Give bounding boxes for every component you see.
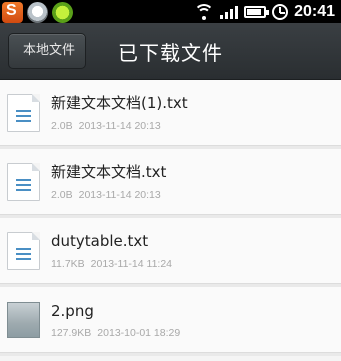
- file-date: 2013-11-14 20:13: [78, 120, 161, 132]
- sogou-icon: [2, 1, 23, 23]
- title-bar: 本地文件 已下载文件: [0, 23, 341, 80]
- signal-icon: [220, 4, 239, 19]
- file-meta: 2.0B 2013-11-14 20:13: [51, 120, 161, 132]
- green-app-icon: [52, 1, 73, 23]
- battery-icon: [244, 5, 270, 18]
- file-name: dutytable.txt: [51, 232, 149, 250]
- file-row[interactable]: 2.png 127.9KB 2013-10-01 18:29: [0, 287, 341, 353]
- file-date: 2013-11-14 11:24: [90, 258, 173, 270]
- file-row[interactable]: dutytable.txt 11.7KB 2013-11-14 11:24: [0, 218, 341, 284]
- file-size: 11.7KB: [51, 258, 85, 270]
- file-name: 2.png: [51, 302, 94, 320]
- file-date: 2013-11-14 20:13: [78, 189, 161, 201]
- notification-icons: [2, 1, 73, 23]
- clock-time: 20:41: [294, 2, 335, 20]
- text-file-icon: [7, 232, 40, 270]
- back-button-label: 本地文件: [23, 43, 76, 58]
- file-name: 新建文本文档(1).txt: [51, 94, 188, 112]
- cloud-app-icon: [27, 1, 48, 23]
- file-list: 新建文本文档(1).txt 2.0B 2013-11-14 20:13 新建文本文…: [0, 80, 341, 361]
- file-name: 新建文本文档.txt: [51, 163, 167, 181]
- page-title: 已下载文件: [118, 41, 223, 65]
- file-date: 2013-10-01 18:29: [97, 327, 181, 339]
- alarm-icon: [272, 3, 289, 20]
- file-meta: 11.7KB 2013-11-14 11:24: [51, 258, 172, 270]
- file-size: 2.0B: [51, 120, 73, 132]
- wifi-icon: [194, 3, 215, 20]
- image-thumbnail: [7, 302, 40, 338]
- file-size: 127.9KB: [51, 327, 92, 339]
- file-meta: 127.9KB 2013-10-01 18:29: [51, 327, 180, 339]
- divider: [0, 353, 341, 356]
- file-row[interactable]: 新建文本文档(1).txt 2.0B 2013-11-14 20:13: [0, 80, 341, 146]
- file-row[interactable]: 新建文本文档.txt 2.0B 2013-11-14 20:13: [0, 149, 341, 215]
- status-bar: 20:41: [0, 0, 341, 23]
- system-icons: 20:41: [194, 0, 335, 23]
- file-meta: 2.0B 2013-11-14 20:13: [51, 189, 161, 201]
- file-size: 2.0B: [51, 189, 73, 201]
- text-file-icon: [7, 163, 40, 201]
- back-button[interactable]: 本地文件: [8, 33, 87, 69]
- text-file-icon: [7, 94, 40, 132]
